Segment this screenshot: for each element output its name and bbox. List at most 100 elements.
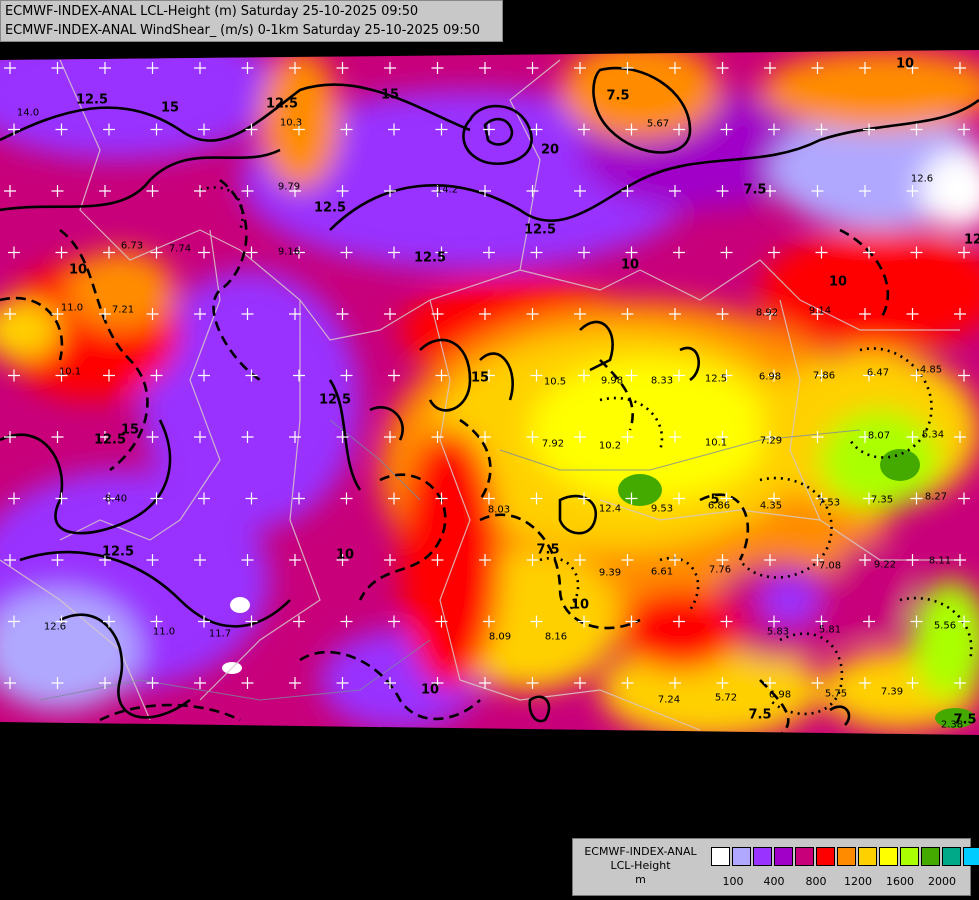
contour-label: 7.5: [748, 707, 772, 723]
station-value: 7.21: [111, 304, 135, 316]
title-wind-shear: ECMWF-INDEX-ANAL WindShear_ (m/s) 0-1km …: [5, 23, 480, 38]
station-value: 7.29: [759, 435, 783, 447]
contour-label: 7.5: [606, 88, 630, 104]
station-value: 14.2: [435, 184, 459, 196]
station-value: 9.79: [277, 181, 301, 193]
station-value: 10.1: [704, 437, 728, 449]
station-value: 8.33: [650, 375, 674, 387]
contour-label: 10: [828, 274, 848, 290]
station-value: 14.0: [16, 107, 40, 119]
contour-label: 12.5: [75, 92, 109, 108]
station-value: 11.0: [60, 302, 84, 314]
station-value: 9.16: [277, 246, 301, 258]
color-legend: ECMWF-INDEX-ANAL LCL-Height m 100 400 800 1…: [572, 838, 979, 896]
contour-label: 12.5: [318, 392, 352, 408]
contour-label: 20: [540, 142, 560, 158]
station-value: 8.27: [924, 491, 948, 503]
station-value: 8.16: [544, 631, 568, 643]
station-value: 5.56: [933, 620, 957, 632]
station-value: 5.72: [714, 692, 738, 704]
legend-swatches: [711, 847, 979, 866]
station-value: 6.61: [650, 566, 674, 578]
legend-variable: LCL-Height: [610, 859, 671, 872]
station-value: 7.08: [818, 560, 842, 572]
station-value: 10.2: [598, 440, 622, 452]
contour-label: 15: [5, 722, 25, 738]
legend-swatch: [921, 847, 940, 866]
station-value: 7.72: [716, 756, 740, 768]
station-value: 10.5: [543, 376, 567, 388]
station-value: 5.83: [766, 626, 790, 638]
legend-swatch: [963, 847, 979, 866]
station-value: 10.3: [279, 117, 303, 129]
station-value: 9.98: [600, 375, 624, 387]
contour-label: 12.5: [313, 200, 347, 216]
station-value: 8.03: [487, 504, 511, 516]
contour-label: 7.5: [536, 542, 560, 558]
weather-map: [0, 0, 979, 900]
legend-title: ECMWF-INDEX-ANAL LCL-Height m: [573, 845, 708, 887]
station-value: 8.07: [867, 430, 891, 442]
contour-label: 12.5: [963, 232, 979, 248]
contour-label: 15: [470, 370, 490, 386]
legend-swatch: [900, 847, 919, 866]
station-value: 8.09: [488, 631, 512, 643]
legend-ticks: 100 400 800 1200 1600 2000: [711, 875, 971, 889]
station-value: 4.35: [759, 500, 783, 512]
station-value: 11.7: [208, 628, 232, 640]
station-value: 12.6: [43, 621, 67, 633]
station-value: 12.4: [598, 503, 622, 515]
legend-swatch: [816, 847, 835, 866]
station-value: 4.85: [919, 364, 943, 376]
station-value: 9.22: [873, 559, 897, 571]
station-value: 12.5: [704, 373, 728, 385]
legend-swatch: [795, 847, 814, 866]
station-value: 7.35: [870, 494, 894, 506]
contour-label: 15: [120, 422, 140, 438]
station-value: 12.6: [910, 173, 934, 185]
station-value: 5.81: [818, 624, 842, 636]
title-lcl-height: ECMWF-INDEX-ANAL LCL-Height (m) Saturday…: [5, 4, 419, 19]
contour-label: 12.5: [413, 250, 447, 266]
station-value: 6.98: [768, 689, 792, 701]
station-value: 7.92: [541, 438, 565, 450]
contour-label: 10: [68, 262, 88, 278]
contour-label: 7.5: [743, 182, 767, 198]
legend-swatch: [753, 847, 772, 866]
station-value: 6.86: [707, 500, 731, 512]
legend-swatch: [711, 847, 730, 866]
station-value: 11.0: [152, 626, 176, 638]
contour-label: 12.5: [523, 222, 557, 238]
station-value: 7.74: [168, 243, 192, 255]
station-value: 9.30: [826, 752, 850, 764]
station-value: 7.53: [817, 497, 841, 509]
station-value: 5.34: [921, 429, 945, 441]
legend-unit: m: [635, 873, 646, 886]
legend-swatch: [858, 847, 877, 866]
station-value: 9.14: [808, 305, 832, 317]
station-value: 8.92: [755, 307, 779, 319]
contour-label: 10: [420, 682, 440, 698]
legend-tick-label: 1600: [886, 875, 914, 888]
contour-label: 12.5: [101, 544, 135, 560]
contour-label: 10: [570, 597, 590, 613]
legend-model: ECMWF-INDEX-ANAL: [584, 845, 697, 858]
station-value: 7.24: [657, 694, 681, 706]
station-value: 7.86: [812, 370, 836, 382]
contour-label: 10: [895, 56, 915, 72]
station-value: 6.98: [758, 371, 782, 383]
legend-tick-label: 2000: [928, 875, 956, 888]
contour-label: 10: [335, 547, 355, 563]
station-value: 6.47: [866, 367, 890, 379]
station-value: 7.39: [880, 686, 904, 698]
legend-swatch: [774, 847, 793, 866]
legend-swatch: [837, 847, 856, 866]
legend-tick-label: 100: [722, 875, 744, 888]
legend-swatch: [942, 847, 961, 866]
legend-tick-label: 1200: [844, 875, 872, 888]
legend-tick-label: 800: [805, 875, 827, 888]
contour-label: 10: [620, 257, 640, 273]
station-value: 6.73: [120, 240, 144, 252]
station-value: 5.67: [646, 118, 670, 130]
contour-label: 15: [160, 100, 180, 116]
